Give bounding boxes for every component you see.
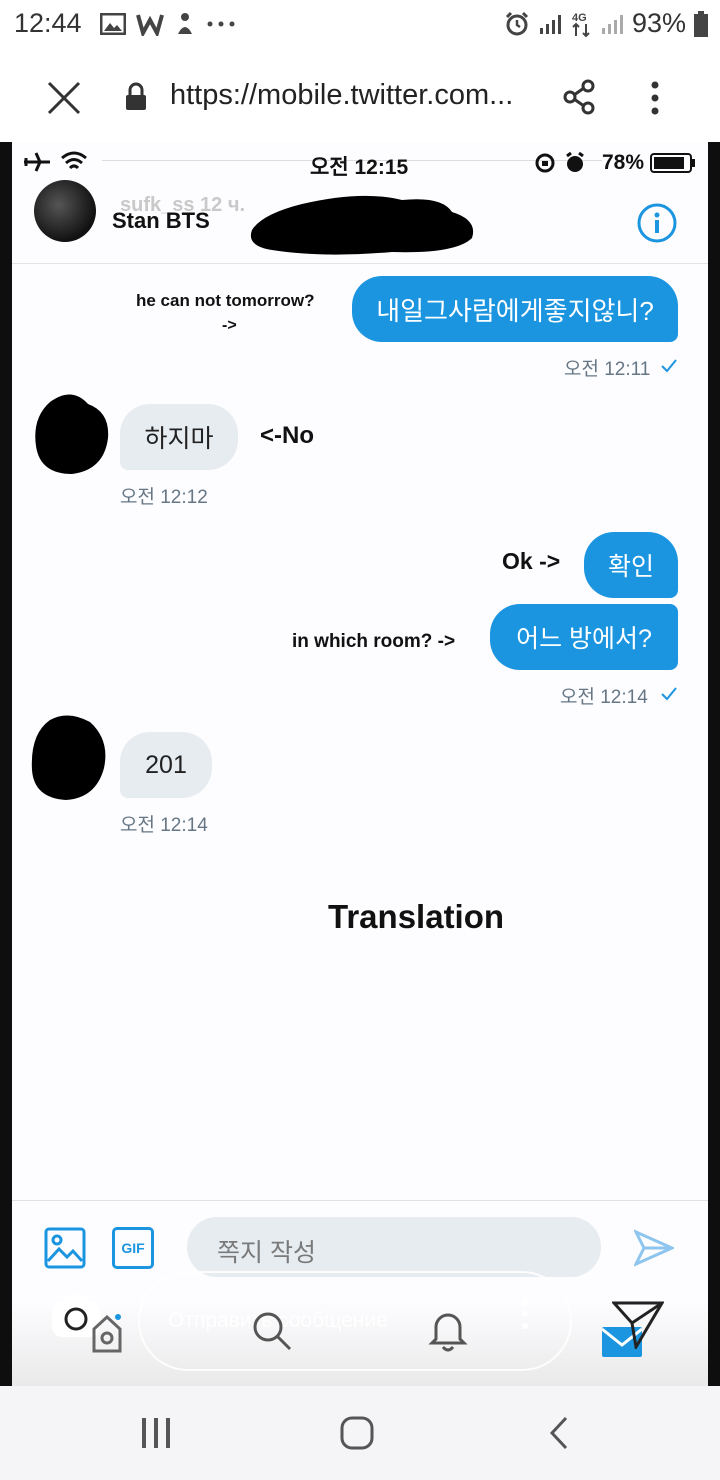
battery-icon xyxy=(694,10,708,37)
message-timestamp: 오전 12:14 xyxy=(560,687,648,708)
ios-alarm-icon xyxy=(566,152,584,172)
network-4g-icon: 4G xyxy=(572,12,590,37)
direct-send-icon[interactable] xyxy=(612,1301,664,1349)
message-bubble-sent[interactable]: 어느 방에서? xyxy=(490,604,678,670)
share-icon[interactable] xyxy=(562,79,596,115)
message-bubble-sent[interactable]: 내일그사람에게좋지않니? xyxy=(352,276,678,342)
status-notification-icons xyxy=(100,10,236,38)
avatar[interactable] xyxy=(34,180,96,242)
message-bubble-sent[interactable]: 확인 xyxy=(584,532,678,598)
overlay-more-icon xyxy=(522,1299,528,1329)
message-timestamp: 오전 12:11 xyxy=(564,359,651,380)
close-icon[interactable] xyxy=(46,80,82,116)
recent-apps-icon[interactable] xyxy=(140,1416,172,1450)
twitter-dm-screenshot: 오전 12:15 78% sufk_ss 12 ч. Stan BTS he c… xyxy=(12,142,708,1386)
ios-battery-icon xyxy=(650,153,695,173)
translation-label: Translation xyxy=(328,898,505,935)
translation-note: he can not tomorrow? xyxy=(136,291,315,310)
alarm-icon xyxy=(505,11,529,35)
android-navigation-bar xyxy=(0,1386,720,1480)
send-icon[interactable] xyxy=(634,1229,674,1267)
read-check-icon xyxy=(661,359,677,373)
airplane-icon xyxy=(24,152,50,172)
conversation-name: Stan BTS xyxy=(112,208,210,233)
translation-note: <-No xyxy=(260,422,314,449)
figure-icon xyxy=(178,13,192,34)
read-check-icon xyxy=(661,687,677,701)
conversation-header: sufk_ss 12 ч. Stan BTS xyxy=(12,172,708,264)
android-status-bar: 12:44 4G 93% xyxy=(0,0,720,50)
embedded-screenshot: 오전 12:15 78% sufk_ss 12 ч. Stan BTS he c… xyxy=(0,142,720,1386)
w-app-icon xyxy=(136,14,164,36)
browser-toolbar: https://mobile.twitter.com... xyxy=(0,50,720,142)
translation-arrow: -> xyxy=(222,317,237,334)
more-horiz-icon xyxy=(207,21,235,27)
lock-icon xyxy=(126,82,146,110)
signal-icon-2 xyxy=(601,14,623,34)
notifications-icon[interactable] xyxy=(428,1307,468,1353)
back-icon[interactable] xyxy=(548,1416,570,1450)
home-button-icon[interactable] xyxy=(340,1416,374,1450)
compose-area: GIF 쪽지 작성 Отправить сообщение xyxy=(12,1200,708,1386)
search-icon[interactable] xyxy=(250,1309,294,1353)
gif-button[interactable]: GIF xyxy=(112,1227,154,1269)
image-icon[interactable] xyxy=(44,1227,86,1269)
lock-rotation-icon xyxy=(535,153,555,173)
more-vert-icon[interactable] xyxy=(648,80,662,116)
translation-note: Ok -> xyxy=(502,548,561,574)
message-bubble-received[interactable]: 하지마 xyxy=(120,404,238,470)
message-timestamp: 오전 12:14 xyxy=(120,815,208,836)
compose-placeholder: 쪽지 작성 xyxy=(217,1239,316,1267)
gallery-icon xyxy=(100,13,126,35)
info-icon[interactable] xyxy=(636,202,678,244)
message-bubble-received[interactable]: 201 xyxy=(120,732,212,798)
redacted-avatar xyxy=(31,715,106,800)
redacted-avatar xyxy=(35,394,109,474)
status-system-icons: 4G 93% xyxy=(504,8,708,39)
battery-percentage: 93% xyxy=(631,8,686,38)
wifi-icon xyxy=(61,151,87,170)
message-timestamp: 오전 12:12 xyxy=(120,487,208,508)
signal-icon xyxy=(539,14,561,34)
url-text[interactable]: https://mobile.twitter.com... xyxy=(170,79,550,112)
redaction-scribble xyxy=(250,195,474,255)
status-time: 12:44 xyxy=(14,8,82,38)
message-compose-input[interactable]: 쪽지 작성 xyxy=(187,1217,601,1277)
svg-text:4G: 4G xyxy=(572,12,587,24)
home-icon[interactable] xyxy=(90,1313,124,1353)
translation-note: in which room? -> xyxy=(292,631,456,652)
